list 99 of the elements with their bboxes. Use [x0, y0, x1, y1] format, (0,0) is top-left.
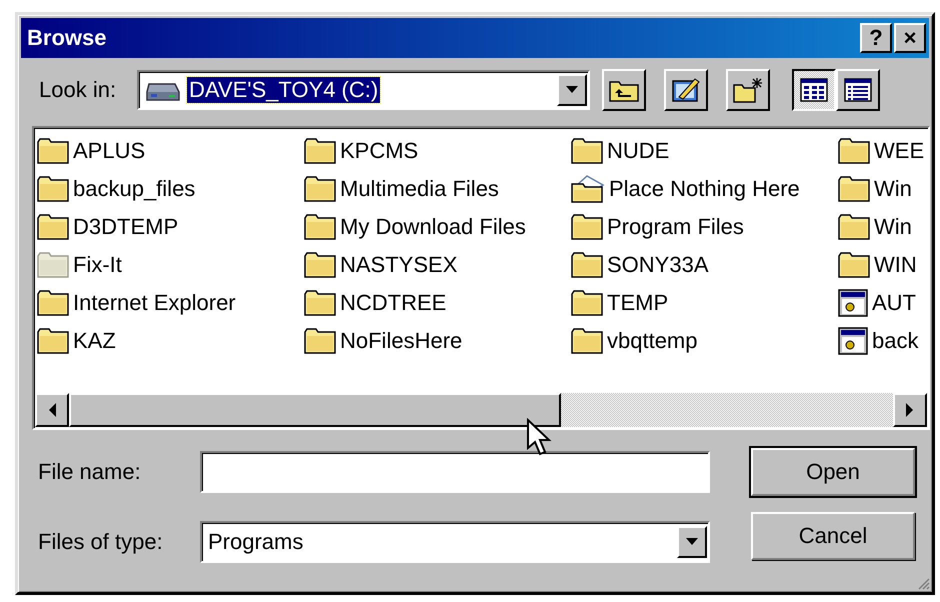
file-type-label: Files of type:: [38, 529, 164, 555]
file-name: WIN: [874, 252, 917, 278]
left-arrow-icon: [48, 403, 56, 417]
file-name: Place Nothing Here: [609, 176, 800, 202]
cancel-button[interactable]: Cancel: [751, 512, 915, 560]
file-item[interactable]: NCDTREE: [304, 284, 446, 322]
file-name: Win: [874, 214, 912, 240]
folder-icon: [838, 176, 870, 202]
file-item[interactable]: NASTYSEX: [304, 246, 458, 284]
horizontal-scrollbar[interactable]: [35, 393, 927, 427]
file-name: NASTYSEX: [340, 252, 458, 278]
file-name: Multimedia Files: [340, 176, 499, 202]
folder-icon: [838, 214, 870, 240]
file-name: backup_files: [73, 176, 196, 202]
file-item[interactable]: KPCMS: [304, 132, 418, 170]
folder-icon: [838, 138, 870, 164]
file-item[interactable]: Internet Explorer: [37, 284, 236, 322]
file-name: WEE: [874, 138, 924, 164]
file-item[interactable]: Multimedia Files: [304, 170, 499, 208]
file-name: Program Files: [607, 214, 744, 240]
new-folder-icon: [733, 77, 763, 103]
file-name: NoFilesHere: [340, 328, 462, 354]
details-view-icon: [844, 78, 872, 102]
file-name-label: File name:: [38, 459, 142, 485]
file-name: APLUS: [73, 138, 146, 164]
file-item[interactable]: Program Files: [571, 208, 744, 246]
open-button[interactable]: Open: [751, 448, 915, 496]
window-title: Browse: [27, 25, 106, 51]
file-item[interactable]: Fix-It: [37, 246, 122, 284]
file-name: SONY33A: [607, 252, 708, 278]
file-item[interactable]: TEMP: [571, 284, 668, 322]
file-name: AUT: [872, 290, 916, 316]
folder-icon: [37, 290, 69, 316]
file-name: Fix-It: [73, 252, 122, 278]
file-name: NUDE: [607, 138, 670, 164]
new-folder-button[interactable]: [726, 69, 770, 111]
file-name: KAZ: [73, 328, 116, 354]
file-item[interactable]: My Download Files: [304, 208, 526, 246]
file-name: TEMP: [607, 290, 668, 316]
file-name: Internet Explorer: [73, 290, 236, 316]
file-item[interactable]: APLUS: [37, 132, 146, 170]
scroll-right-button[interactable]: [893, 393, 927, 427]
look-in-label: Look in:: [39, 77, 118, 103]
file-item[interactable]: D3DTEMP: [37, 208, 178, 246]
file-item[interactable]: WIN: [838, 246, 917, 284]
folder-icon: [37, 176, 69, 202]
file-name: KPCMS: [340, 138, 418, 164]
file-name: back: [872, 328, 918, 354]
file-item[interactable]: back: [838, 322, 918, 360]
folder-icon: [37, 328, 69, 354]
list-button[interactable]: [792, 69, 836, 111]
look-in-dropdown[interactable]: DAVE'S_TOY4 (C:): [137, 70, 590, 110]
close-button[interactable]: ×: [894, 23, 926, 53]
folder-icon: [304, 176, 336, 202]
folder-icon: [571, 138, 603, 164]
file-item[interactable]: WEE: [838, 132, 924, 170]
program-window-icon: [838, 327, 868, 355]
scroll-thumb[interactable]: [69, 393, 561, 427]
folder-icon: [304, 214, 336, 240]
list-view-icon: [800, 78, 828, 102]
details-button[interactable]: [836, 69, 880, 111]
folder-icon: [571, 214, 603, 240]
file-item[interactable]: NUDE: [571, 132, 670, 170]
folder-icon: [304, 252, 336, 278]
scroll-left-button[interactable]: [35, 393, 69, 427]
file-item[interactable]: backup_files: [37, 170, 196, 208]
faded-folder-icon: [37, 252, 69, 278]
file-item[interactable]: KAZ: [37, 322, 116, 360]
folder-icon: [304, 328, 336, 354]
file-name: vbqttemp: [607, 328, 698, 354]
resize-grip-icon: [916, 576, 930, 590]
up-button[interactable]: [602, 69, 646, 111]
folder-icon: [304, 138, 336, 164]
file-name: My Download Files: [340, 214, 526, 240]
file-item[interactable]: NoFilesHere: [304, 322, 462, 360]
right-arrow-icon: [906, 403, 914, 417]
file-name: Win: [874, 176, 912, 202]
folder-icon: [37, 138, 69, 164]
file-name: NCDTREE: [340, 290, 446, 316]
file-item[interactable]: vbqttemp: [571, 322, 698, 360]
file-name: D3DTEMP: [73, 214, 178, 240]
folder-with-page-icon: [571, 175, 605, 203]
folder-icon: [304, 290, 336, 316]
folder-icon: [838, 252, 870, 278]
help-button[interactable]: ?: [860, 23, 892, 53]
folder-icon: [37, 214, 69, 240]
file-item[interactable]: Place Nothing Here: [571, 170, 800, 208]
file-item[interactable]: Win: [838, 208, 912, 246]
file-type-dropdown[interactable]: Programs: [200, 521, 710, 563]
program-window-icon: [838, 289, 868, 317]
folder-icon: [571, 252, 603, 278]
file-item[interactable]: AUT: [838, 284, 916, 322]
file-item[interactable]: SONY33A: [571, 246, 708, 284]
desktop-icon: [671, 77, 701, 103]
folder-icon: [571, 290, 603, 316]
desktop-button[interactable]: [664, 69, 708, 111]
folder-icon: [571, 328, 603, 354]
file-item[interactable]: Win: [838, 170, 912, 208]
file-name-field[interactable]: [200, 451, 710, 493]
